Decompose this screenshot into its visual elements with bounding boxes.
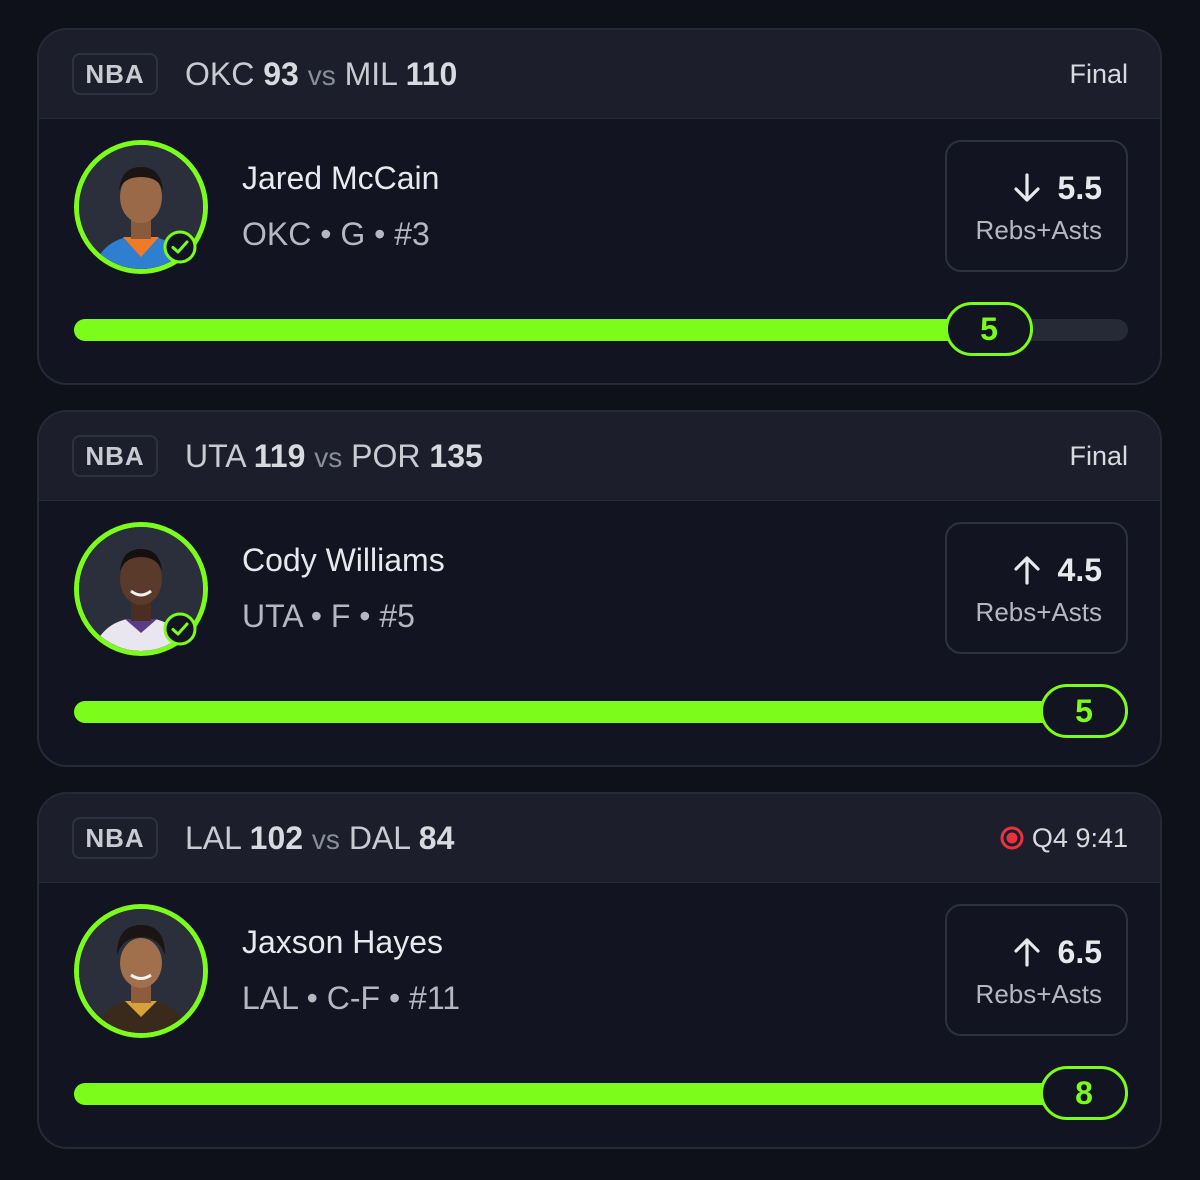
away-score: 119 — [253, 438, 306, 474]
game-header: NBA LAL 102 vs DAL 84 Q4 9:41 — [39, 794, 1160, 883]
arrow-down-icon — [1013, 172, 1040, 202]
prop-line-box[interactable]: 4.5 Rebs+Asts — [945, 522, 1128, 654]
progress-track — [74, 1083, 1128, 1105]
live-indicator-icon — [1000, 826, 1024, 850]
player-meta: LAL • C-F • #11 — [242, 980, 461, 1016]
game-status: Final — [1069, 434, 1128, 478]
arrow-up-icon — [1013, 937, 1040, 967]
prop-card[interactable]: NBA UTA 119 vs POR 135 Final Cody Willia… — [37, 410, 1162, 767]
result-value-pill: 5 — [945, 302, 1033, 356]
league-badge: NBA — [72, 817, 158, 859]
vs-label: vs — [314, 442, 343, 473]
prop-card[interactable]: NBA OKC 93 vs MIL 110 Final Jared McCain… — [37, 28, 1162, 385]
away-team: UTA — [185, 438, 245, 474]
prop-card[interactable]: NBA LAL 102 vs DAL 84 Q4 9:41 Jaxson Hay… — [37, 792, 1162, 1149]
game-matchup: LAL 102 vs DAL 84 — [185, 816, 454, 862]
prop-line: 4.5 — [1012, 550, 1102, 590]
line-value: 5.5 — [1057, 170, 1102, 206]
game-header: NBA UTA 119 vs POR 135 Final — [39, 412, 1160, 501]
check-badge-icon — [163, 612, 197, 646]
game-status-text: Final — [1069, 59, 1128, 89]
game-status: Q4 9:41 — [1000, 816, 1128, 860]
check-badge-icon — [163, 230, 197, 264]
game-status: Final — [1069, 52, 1128, 96]
game-matchup: UTA 119 vs POR 135 — [185, 434, 483, 480]
home-score: 110 — [405, 56, 458, 92]
progress-fill — [74, 319, 1033, 341]
league-badge: NBA — [72, 435, 158, 477]
prop-line: 6.5 — [1012, 932, 1102, 972]
home-team: MIL — [344, 56, 397, 92]
home-team: POR — [351, 438, 421, 474]
game-status-text: Final — [1069, 441, 1128, 471]
line-value: 6.5 — [1057, 934, 1102, 970]
home-score: 84 — [418, 820, 455, 856]
progress-track — [74, 701, 1128, 723]
league-badge: NBA — [72, 53, 158, 95]
progress-fill — [74, 701, 1128, 723]
away-team: LAL — [185, 820, 241, 856]
result-value-pill: 5 — [1040, 684, 1128, 738]
prop-line-box[interactable]: 5.5 Rebs+Asts — [945, 140, 1128, 272]
home-team: DAL — [348, 820, 410, 856]
player-name: Jared McCain — [242, 160, 440, 196]
player-name: Jaxson Hayes — [242, 924, 443, 960]
player-meta: OKC • G • #3 — [242, 216, 430, 252]
vs-label: vs — [311, 824, 340, 855]
player-name: Cody Williams — [242, 542, 445, 578]
line-stat: Rebs+Asts — [975, 215, 1102, 245]
prop-line: 5.5 — [1012, 168, 1102, 208]
away-score: 102 — [249, 820, 304, 856]
away-team: OKC — [185, 56, 255, 92]
arrow-up-icon — [1013, 555, 1040, 585]
game-status-text: Q4 9:41 — [1031, 823, 1128, 853]
home-score: 135 — [429, 438, 483, 474]
away-score: 93 — [263, 56, 299, 92]
player-avatar — [74, 904, 208, 1038]
player-meta: UTA • F • #5 — [242, 598, 415, 634]
line-stat: Rebs+Asts — [975, 597, 1102, 627]
game-matchup: OKC 93 vs MIL 110 — [185, 52, 457, 98]
line-stat: Rebs+Asts — [975, 979, 1102, 1009]
prop-line-box[interactable]: 6.5 Rebs+Asts — [945, 904, 1128, 1036]
progress-fill — [74, 1083, 1128, 1105]
vs-label: vs — [307, 60, 336, 91]
result-value-pill: 8 — [1040, 1066, 1128, 1120]
game-header: NBA OKC 93 vs MIL 110 Final — [39, 30, 1160, 119]
line-value: 4.5 — [1057, 552, 1102, 588]
